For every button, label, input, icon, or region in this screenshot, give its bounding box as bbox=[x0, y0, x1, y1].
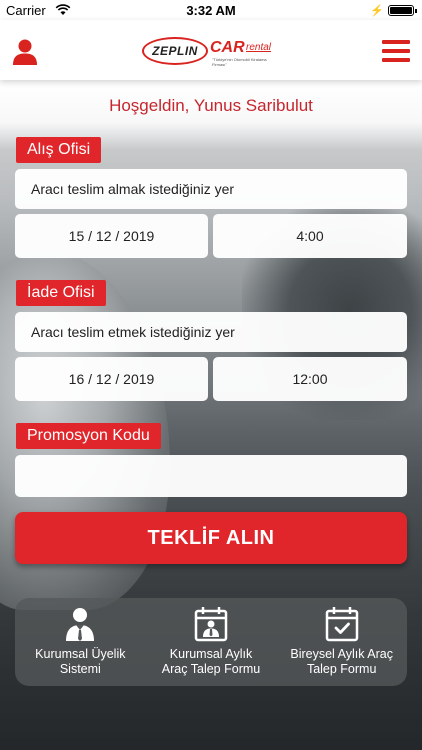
brand-tagline: "Türkiye'nin Otomobil Kiralama Firması" bbox=[212, 57, 267, 67]
pickup-office-label: Alış Ofisi bbox=[16, 137, 102, 163]
hamburger-menu-icon[interactable] bbox=[382, 40, 410, 62]
clock: 3:32 AM bbox=[186, 3, 236, 18]
pickup-date-field[interactable]: 15 / 12 / 2019 bbox=[15, 214, 208, 258]
dropoff-time-field[interactable]: 12:00 bbox=[213, 357, 407, 401]
nav-bar: ZEPLIN CAR rental "Türkiye'nin Otomobil … bbox=[0, 20, 422, 80]
charging-icon: ⚡ bbox=[370, 5, 384, 17]
battery-icon bbox=[388, 5, 417, 16]
brand-logo: ZEPLIN CAR rental "Türkiye'nin Otomobil … bbox=[142, 37, 282, 67]
individual-monthly-request-link[interactable]: Bireysel Aylık Araç Talep Formu bbox=[276, 598, 407, 686]
corporate-membership-label-1: Kurumsal Üyelik bbox=[35, 647, 126, 661]
dropoff-office-label: İade Ofisi bbox=[16, 280, 106, 306]
get-quote-button[interactable]: TEKLİF ALIN bbox=[15, 512, 407, 564]
promo-code-label: Promosyon Kodu bbox=[16, 423, 161, 449]
corporate-monthly-request-label-1: Kurumsal Aylık bbox=[169, 647, 253, 661]
calendar-check-icon bbox=[325, 606, 359, 642]
zeplin-logo-mark: ZEPLIN bbox=[142, 37, 208, 65]
pickup-time-field[interactable]: 4:00 bbox=[213, 214, 407, 258]
pickup-location-field[interactable]: Aracı teslim almak istediğiniz yer bbox=[15, 169, 407, 209]
corporate-membership-label-2: Sistemi bbox=[59, 662, 101, 676]
brand-car: CAR bbox=[210, 39, 245, 56]
dropoff-date-field[interactable]: 16 / 12 / 2019 bbox=[15, 357, 208, 401]
corporate-membership-link[interactable]: Kurumsal Üyelik Sistemi bbox=[15, 598, 146, 686]
welcome-message: Hoşgeldin, Yunus Saribulut bbox=[109, 96, 313, 115]
calendar-person-icon bbox=[194, 606, 228, 642]
brand-zeplin: ZEPLIN bbox=[152, 44, 198, 58]
dropoff-location-field[interactable]: Aracı teslim etmek istediğiniz yer bbox=[15, 312, 407, 352]
business-user-icon bbox=[63, 606, 97, 642]
quick-links-panel: Kurumsal Üyelik Sistemi Kurumsal Aylık A… bbox=[15, 598, 407, 686]
individual-monthly-request-label-1: Bireysel Aylık Araç bbox=[290, 647, 393, 661]
status-bar: Carrier 3:32 AM ⚡ bbox=[0, 0, 422, 20]
promo-code-input[interactable] bbox=[15, 455, 407, 497]
user-profile-icon[interactable] bbox=[12, 38, 38, 66]
brand-rental: rental bbox=[246, 42, 272, 53]
corporate-monthly-request-label-2: Araç Talep Formu bbox=[161, 662, 261, 676]
individual-monthly-request-label-2: Talep Formu bbox=[306, 662, 377, 676]
corporate-monthly-request-link[interactable]: Kurumsal Aylık Araç Talep Formu bbox=[146, 598, 277, 686]
